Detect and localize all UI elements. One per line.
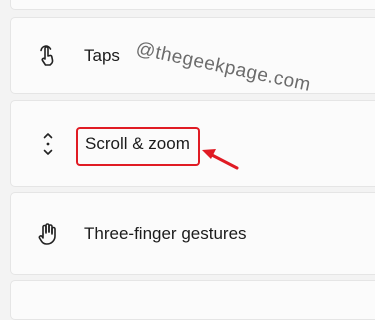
settings-item-three-finger-gestures[interactable]: Three-finger gestures — [10, 192, 375, 275]
settings-item-label: Taps — [84, 45, 120, 65]
hand-gesture-icon — [36, 222, 60, 246]
scroll-zoom-icon — [36, 132, 60, 156]
annotation-arrow-icon — [202, 149, 239, 170]
tap-icon — [36, 44, 60, 68]
settings-card-bottom-partial — [10, 280, 375, 320]
settings-card-top-partial — [10, 0, 375, 10]
annotation-highlight-box — [76, 127, 200, 166]
settings-item-label: Three-finger gestures — [84, 223, 247, 243]
